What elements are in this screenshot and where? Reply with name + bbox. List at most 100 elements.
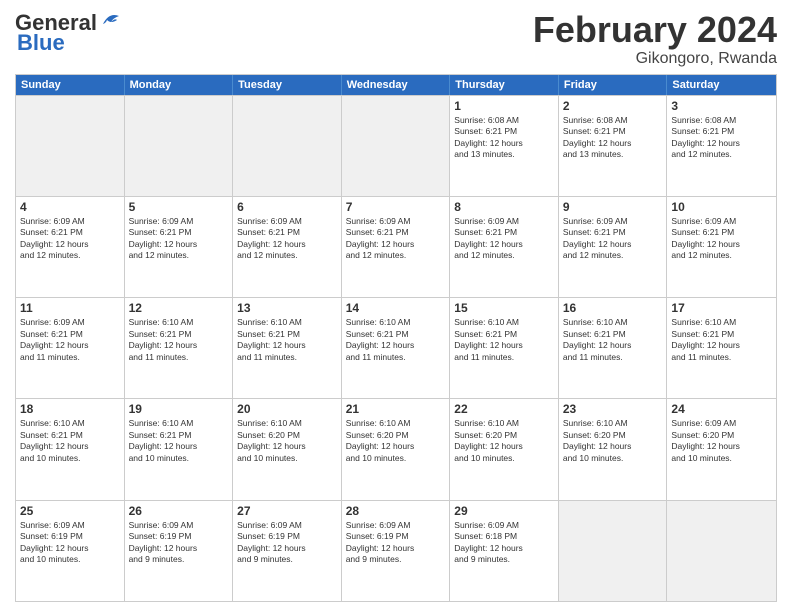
calendar-cell-r4-c2: 27Sunrise: 6:09 AM Sunset: 6:19 PM Dayli… [233, 501, 342, 601]
day-info: Sunrise: 6:10 AM Sunset: 6:20 PM Dayligh… [563, 418, 663, 464]
header-day-thursday: Thursday [450, 75, 559, 95]
day-number: 5 [129, 200, 229, 214]
day-info: Sunrise: 6:10 AM Sunset: 6:21 PM Dayligh… [563, 317, 663, 363]
calendar: SundayMondayTuesdayWednesdayThursdayFrid… [15, 74, 777, 602]
day-info: Sunrise: 6:10 AM Sunset: 6:21 PM Dayligh… [346, 317, 446, 363]
day-info: Sunrise: 6:10 AM Sunset: 6:21 PM Dayligh… [454, 317, 554, 363]
calendar-row-4: 25 Sunrise: 6:09 AM Sunset: 6:19 PM Dayli… [16, 500, 776, 601]
calendar-cell-r0-c6: 3 Sunrise: 6:08 AM Sunset: 6:21 PM Daylig… [667, 96, 776, 196]
calendar-cell-r4-c6 [667, 501, 776, 601]
location-subtitle: Gikongoro, Rwanda [533, 50, 777, 68]
day-info: Sunrise: 6:09 AM Sunset: 6:21 PM Dayligh… [671, 216, 772, 262]
calendar-row-2: 11 Sunrise: 6:09 AM Sunset: 6:21 PM Dayli… [16, 297, 776, 398]
logo-bird-icon [99, 10, 121, 32]
calendar-cell-r0-c2 [233, 96, 342, 196]
calendar-cell-r0-c0 [16, 96, 125, 196]
day-number: 28 [346, 504, 446, 518]
calendar-cell-r4-c0: 25 Sunrise: 6:09 AM Sunset: 6:19 PM Dayli… [16, 501, 125, 601]
calendar-cell-r2-c0: 11 Sunrise: 6:09 AM Sunset: 6:21 PM Dayli… [16, 298, 125, 398]
day-number: 22 [454, 402, 554, 416]
logo-blue: Blue [17, 30, 65, 56]
calendar-cell-r4-c5 [559, 501, 668, 601]
header: General Blue February 2024 Gikongoro, Rw… [15, 10, 777, 68]
day-number: 7 [346, 200, 446, 214]
day-number: 27 [237, 504, 337, 518]
day-number: 21 [346, 402, 446, 416]
day-info: Sunrise: 6:09 AM Sunset: 6:18 PM Dayligh… [454, 520, 554, 566]
calendar-cell-r1-c3: 7 Sunrise: 6:09 AM Sunset: 6:21 PM Daylig… [342, 197, 451, 297]
day-number: 25 [20, 504, 120, 518]
calendar-cell-r4-c1: 26 Sunrise: 6:09 AM Sunset: 6:19 PM Dayli… [125, 501, 234, 601]
day-number: 10 [671, 200, 772, 214]
calendar-cell-r0-c4: 1 Sunrise: 6:08 AM Sunset: 6:21 PM Daylig… [450, 96, 559, 196]
calendar-cell-r0-c5: 2 Sunrise: 6:08 AM Sunset: 6:21 PM Daylig… [559, 96, 668, 196]
calendar-cell-r3-c2: 20Sunrise: 6:10 AM Sunset: 6:20 PM Dayli… [233, 399, 342, 499]
calendar-cell-r3-c6: 24 Sunrise: 6:09 AM Sunset: 6:20 PM Dayli… [667, 399, 776, 499]
calendar-cell-r2-c3: 14 Sunrise: 6:10 AM Sunset: 6:21 PM Dayli… [342, 298, 451, 398]
day-number: 20 [237, 402, 337, 416]
day-number: 13 [237, 301, 337, 315]
day-number: 14 [346, 301, 446, 315]
day-number: 8 [454, 200, 554, 214]
calendar-cell-r3-c1: 19 Sunrise: 6:10 AM Sunset: 6:21 PM Dayli… [125, 399, 234, 499]
header-day-wednesday: Wednesday [342, 75, 451, 95]
calendar-cell-r2-c4: 15 Sunrise: 6:10 AM Sunset: 6:21 PM Dayli… [450, 298, 559, 398]
day-number: 19 [129, 402, 229, 416]
calendar-cell-r1-c2: 6Sunrise: 6:09 AM Sunset: 6:21 PM Daylig… [233, 197, 342, 297]
calendar-row-1: 4 Sunrise: 6:09 AM Sunset: 6:21 PM Daylig… [16, 196, 776, 297]
day-info: Sunrise: 6:09 AM Sunset: 6:21 PM Dayligh… [129, 216, 229, 262]
day-number: 2 [563, 99, 663, 113]
calendar-cell-r3-c5: 23 Sunrise: 6:10 AM Sunset: 6:20 PM Dayli… [559, 399, 668, 499]
calendar-cell-r1-c6: 10 Sunrise: 6:09 AM Sunset: 6:21 PM Dayli… [667, 197, 776, 297]
day-info: Sunrise: 6:09 AM Sunset: 6:21 PM Dayligh… [454, 216, 554, 262]
calendar-row-0: 1 Sunrise: 6:08 AM Sunset: 6:21 PM Daylig… [16, 95, 776, 196]
day-info: Sunrise: 6:09 AM Sunset: 6:21 PM Dayligh… [563, 216, 663, 262]
day-number: 11 [20, 301, 120, 315]
day-info: Sunrise: 6:10 AM Sunset: 6:21 PM Dayligh… [129, 418, 229, 464]
day-number: 16 [563, 301, 663, 315]
calendar-body: 1 Sunrise: 6:08 AM Sunset: 6:21 PM Daylig… [16, 95, 776, 601]
calendar-cell-r3-c0: 18Sunrise: 6:10 AM Sunset: 6:21 PM Dayli… [16, 399, 125, 499]
day-number: 26 [129, 504, 229, 518]
day-info: Sunrise: 6:09 AM Sunset: 6:19 PM Dayligh… [20, 520, 120, 566]
calendar-cell-r2-c1: 12Sunrise: 6:10 AM Sunset: 6:21 PM Dayli… [125, 298, 234, 398]
day-info: Sunrise: 6:09 AM Sunset: 6:19 PM Dayligh… [129, 520, 229, 566]
day-number: 3 [671, 99, 772, 113]
header-day-sunday: Sunday [16, 75, 125, 95]
day-info: Sunrise: 6:09 AM Sunset: 6:21 PM Dayligh… [20, 216, 120, 262]
day-info: Sunrise: 6:10 AM Sunset: 6:20 PM Dayligh… [346, 418, 446, 464]
day-info: Sunrise: 6:10 AM Sunset: 6:20 PM Dayligh… [454, 418, 554, 464]
day-number: 29 [454, 504, 554, 518]
calendar-cell-r0-c3 [342, 96, 451, 196]
calendar-header: SundayMondayTuesdayWednesdayThursdayFrid… [16, 75, 776, 95]
day-number: 24 [671, 402, 772, 416]
calendar-cell-r1-c0: 4 Sunrise: 6:09 AM Sunset: 6:21 PM Daylig… [16, 197, 125, 297]
calendar-cell-r1-c4: 8 Sunrise: 6:09 AM Sunset: 6:21 PM Daylig… [450, 197, 559, 297]
calendar-cell-r0-c1 [125, 96, 234, 196]
calendar-cell-r4-c3: 28 Sunrise: 6:09 AM Sunset: 6:19 PM Dayli… [342, 501, 451, 601]
day-info: Sunrise: 6:08 AM Sunset: 6:21 PM Dayligh… [671, 115, 772, 161]
day-info: Sunrise: 6:09 AM Sunset: 6:21 PM Dayligh… [346, 216, 446, 262]
calendar-cell-r1-c1: 5 Sunrise: 6:09 AM Sunset: 6:21 PM Daylig… [125, 197, 234, 297]
day-info: Sunrise: 6:09 AM Sunset: 6:19 PM Dayligh… [346, 520, 446, 566]
calendar-cell-r2-c5: 16 Sunrise: 6:10 AM Sunset: 6:21 PM Dayli… [559, 298, 668, 398]
header-day-monday: Monday [125, 75, 234, 95]
calendar-cell-r3-c4: 22 Sunrise: 6:10 AM Sunset: 6:20 PM Dayli… [450, 399, 559, 499]
day-info: Sunrise: 6:08 AM Sunset: 6:21 PM Dayligh… [563, 115, 663, 161]
day-number: 15 [454, 301, 554, 315]
day-info: Sunrise: 6:08 AM Sunset: 6:21 PM Dayligh… [454, 115, 554, 161]
day-info: Sunrise: 6:09 AM Sunset: 6:20 PM Dayligh… [671, 418, 772, 464]
day-number: 17 [671, 301, 772, 315]
day-number: 12 [129, 301, 229, 315]
day-number: 4 [20, 200, 120, 214]
day-number: 18 [20, 402, 120, 416]
calendar-cell-r3-c3: 21 Sunrise: 6:10 AM Sunset: 6:20 PM Dayli… [342, 399, 451, 499]
day-info: Sunrise: 6:09 AM Sunset: 6:21 PM Dayligh… [20, 317, 120, 363]
day-number: 1 [454, 99, 554, 113]
header-day-tuesday: Tuesday [233, 75, 342, 95]
calendar-row-3: 18 Sunrise: 6:10 AM Sunset: 6:21 PM Dayli… [16, 398, 776, 499]
month-title: February 2024 [533, 10, 777, 50]
calendar-cell-r2-c6: 17Sunrise: 6:10 AM Sunset: 6:21 PM Dayli… [667, 298, 776, 398]
day-number: 23 [563, 402, 663, 416]
page: General Blue February 2024 Gikongoro, Rw… [0, 0, 792, 612]
